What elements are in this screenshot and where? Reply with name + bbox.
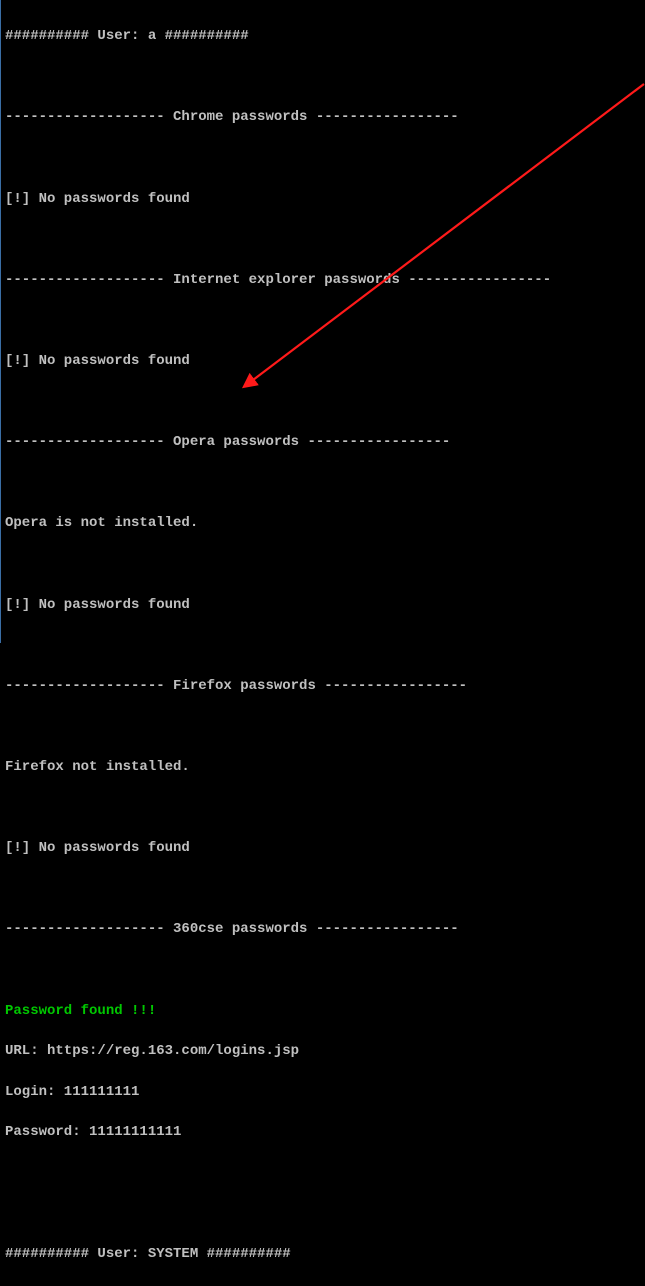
- opera-not-installed: Opera is not installed.: [5, 513, 645, 533]
- blank: [5, 1285, 645, 1286]
- opera-result: [!] No passwords found: [5, 595, 645, 615]
- section-chrome: ------------------- Chrome passwords ---…: [5, 107, 645, 127]
- url-line: URL: https://reg.163.com/logins.jsp: [5, 1041, 645, 1061]
- login-line: Login: 111111111: [5, 1082, 645, 1102]
- firefox-result: [!] No passwords found: [5, 838, 645, 858]
- section-360cse: ------------------- 360cse passwords ---…: [5, 919, 645, 939]
- blank: [5, 879, 645, 899]
- firefox-not-installed: Firefox not installed.: [5, 757, 645, 777]
- password-line: Password: 11111111111: [5, 1122, 645, 1142]
- blank: [5, 554, 645, 574]
- terminal-output: ########## User: a ########## ----------…: [1, 0, 645, 1286]
- chrome-result: [!] No passwords found: [5, 189, 645, 209]
- blank: [5, 716, 645, 736]
- blank: [5, 310, 645, 330]
- blank: [5, 635, 645, 655]
- blank: [5, 1204, 645, 1224]
- section-opera: ------------------- Opera passwords ----…: [5, 432, 645, 452]
- blank: [5, 148, 645, 168]
- section-ie: ------------------- Internet explorer pa…: [5, 270, 645, 290]
- user-header-system: ########## User: SYSTEM ##########: [5, 1244, 645, 1264]
- user-header-a: ########## User: a ##########: [5, 26, 645, 46]
- blank: [5, 392, 645, 412]
- section-firefox: ------------------- Firefox passwords --…: [5, 676, 645, 696]
- blank: [5, 67, 645, 87]
- ie-result: [!] No passwords found: [5, 351, 645, 371]
- blank: [5, 798, 645, 818]
- password-found: Password found !!!: [5, 1001, 645, 1021]
- blank: [5, 229, 645, 249]
- blank: [5, 473, 645, 493]
- blank: [5, 1163, 645, 1183]
- blank: [5, 960, 645, 980]
